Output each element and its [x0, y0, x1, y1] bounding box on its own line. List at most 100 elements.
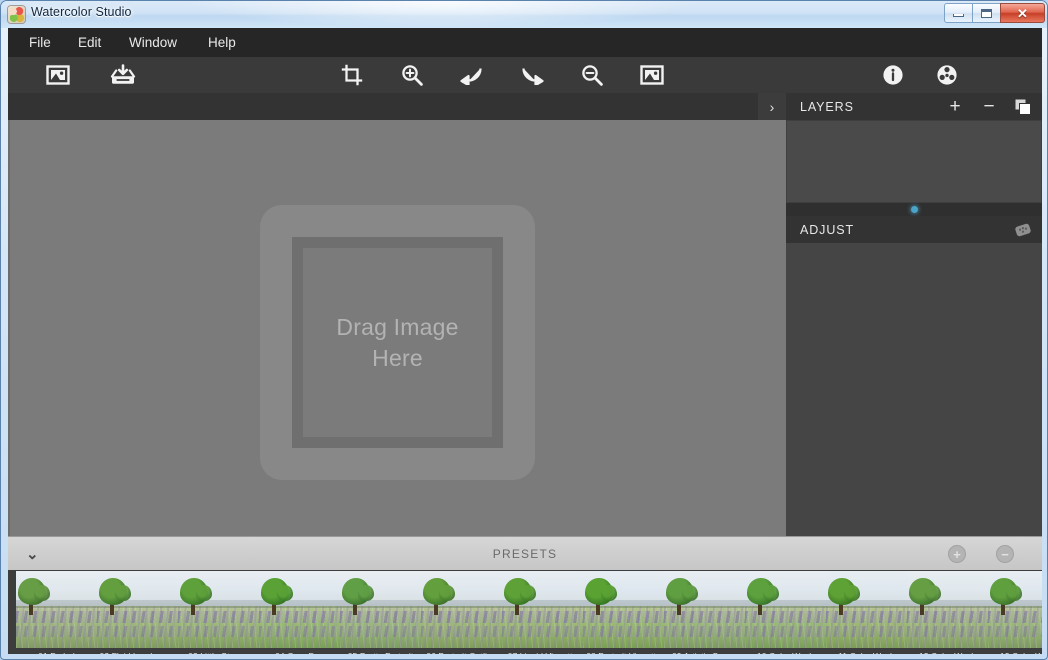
preset-thumbnail[interactable]	[745, 571, 826, 648]
splitter-handle[interactable]	[911, 206, 918, 213]
presets-strip[interactable]: 01 Faded Landscape02 Fluid Landscape03 L…	[8, 570, 1042, 654]
thumb-tree-2	[925, 585, 941, 601]
preset-item[interactable]: 06 Portrait Outline	[421, 571, 502, 654]
preset-label: 06 Portrait Outline	[421, 651, 502, 654]
preset-item[interactable]: 03 Little Stormy	[178, 571, 259, 654]
redo-icon	[520, 65, 544, 85]
dropzone-line-1: Drag Image	[336, 312, 458, 342]
open-image-icon	[46, 65, 70, 85]
preset-thumbnail[interactable]	[826, 571, 907, 648]
thumb-tree-2	[34, 585, 50, 601]
preset-thumbnail[interactable]	[502, 571, 583, 648]
preset-thumbnail[interactable]	[16, 571, 97, 648]
redo-button[interactable]	[517, 61, 547, 89]
preset-thumbnail[interactable]	[178, 571, 259, 648]
crop-button[interactable]	[337, 61, 367, 89]
preset-item[interactable]: 13 Color Wash	[988, 571, 1042, 654]
thumb-tree-2	[358, 585, 374, 601]
maximize-icon	[981, 9, 992, 18]
presets-title: PRESETS	[8, 537, 1042, 571]
crop-icon	[341, 64, 363, 86]
preset-thumbnail[interactable]	[97, 571, 178, 648]
menu-edit[interactable]: Edit	[69, 28, 110, 57]
menu-help[interactable]: Help	[199, 28, 245, 57]
thumb-lavender-2	[502, 626, 583, 637]
thumb-lavender-2	[97, 626, 178, 637]
adjust-panel-tools	[1014, 216, 1032, 243]
open-image-button[interactable]	[43, 61, 73, 89]
undo-icon	[460, 65, 484, 85]
remove-preset-button[interactable]: −	[996, 545, 1014, 563]
adjust-panel-body[interactable]	[786, 243, 1042, 536]
thumb-tree-2	[682, 585, 698, 601]
thumb-lavender-2	[178, 626, 259, 637]
preset-label: 09 Artistic Scene	[664, 651, 745, 654]
zoom-in-icon	[401, 64, 423, 86]
thumb-lavender-2	[259, 626, 340, 637]
maximize-button[interactable]	[972, 3, 1001, 23]
preset-label: 08 Portrait Vignette	[583, 651, 664, 654]
thumb-lavender-2	[583, 626, 664, 637]
adjust-palette-button[interactable]	[1014, 221, 1032, 239]
image-dropzone[interactable]: Drag Image Here	[260, 205, 535, 480]
settings-icon	[936, 64, 958, 86]
zoom-out-button[interactable]	[577, 61, 607, 89]
thumb-horizon	[988, 606, 1042, 608]
zoom-in-button[interactable]	[397, 61, 427, 89]
preset-label: 03 Little Stormy	[178, 651, 259, 654]
palette-icon	[1014, 220, 1032, 240]
zoom-out-icon	[581, 64, 603, 86]
thumb-tree-2	[601, 585, 617, 601]
thumb-lavender-2	[340, 626, 421, 637]
preset-item[interactable]: 10 Color Wash	[745, 571, 826, 654]
thumb-tree-2	[277, 585, 293, 601]
window-controls: ✕	[944, 3, 1045, 23]
duplicate-layer-icon	[1015, 99, 1031, 115]
minimize-button[interactable]	[944, 3, 973, 23]
thumb-tree-2	[844, 585, 860, 601]
thumb-tree-2	[763, 585, 779, 601]
preset-item[interactable]: 07 Liquid Vignette	[502, 571, 583, 654]
undo-button[interactable]	[457, 61, 487, 89]
add-preset-button[interactable]: +	[948, 545, 966, 563]
collapse-panels-button[interactable]: ›	[758, 93, 786, 120]
title-bar[interactable]: Watercolor Studio ✕	[1, 1, 1048, 28]
duplicate-layer-button[interactable]	[1014, 98, 1032, 116]
add-layer-button[interactable]: +	[946, 98, 964, 116]
canvas-area[interactable]: Drag Image Here	[8, 120, 786, 536]
preset-thumbnail[interactable]	[988, 571, 1042, 648]
close-button[interactable]: ✕	[1000, 3, 1045, 23]
layers-list[interactable]	[786, 120, 1042, 203]
fit-image-button[interactable]	[637, 61, 667, 89]
preset-thumbnail[interactable]	[259, 571, 340, 648]
preset-label: 02 Fluid Landscape	[97, 651, 178, 654]
adjust-panel-header: ADJUST	[786, 216, 1042, 243]
right-panel: LAYERS + −	[786, 93, 1042, 536]
preset-item[interactable]: 09 Artistic Scene	[664, 571, 745, 654]
preset-thumbnail[interactable]	[340, 571, 421, 648]
preset-item[interactable]: 05 Pretty Portrait	[340, 571, 421, 654]
preset-item[interactable]: 08 Portrait Vignette	[583, 571, 664, 654]
title-bar-glow	[181, 1, 701, 28]
preset-label: 07 Liquid Vignette	[502, 651, 583, 654]
remove-layer-button[interactable]: −	[980, 98, 998, 116]
info-button[interactable]	[878, 61, 908, 89]
preset-thumbnail[interactable]	[907, 571, 988, 648]
settings-button[interactable]	[932, 61, 962, 89]
preset-item[interactable]: 12 Color Wash	[907, 571, 988, 654]
menu-window[interactable]: Window	[120, 28, 186, 57]
preset-item[interactable]: 04 Grey Day	[259, 571, 340, 654]
preset-thumbnail[interactable]	[583, 571, 664, 648]
panel-splitter[interactable]	[786, 203, 1042, 216]
preset-thumbnail[interactable]	[664, 571, 745, 648]
layers-panel-tools: + −	[946, 93, 1032, 120]
save-image-button[interactable]	[108, 61, 138, 89]
preset-item[interactable]: 11 Color Wash	[826, 571, 907, 654]
preset-label: 10 Color Wash	[745, 651, 826, 654]
dropzone-text: Drag Image Here	[260, 205, 535, 480]
menu-file[interactable]: File	[20, 28, 60, 57]
dropzone-line-2: Here	[372, 343, 423, 373]
preset-thumbnail[interactable]	[421, 571, 502, 648]
preset-item[interactable]: 01 Faded Landscape	[16, 571, 97, 654]
preset-item[interactable]: 02 Fluid Landscape	[97, 571, 178, 654]
